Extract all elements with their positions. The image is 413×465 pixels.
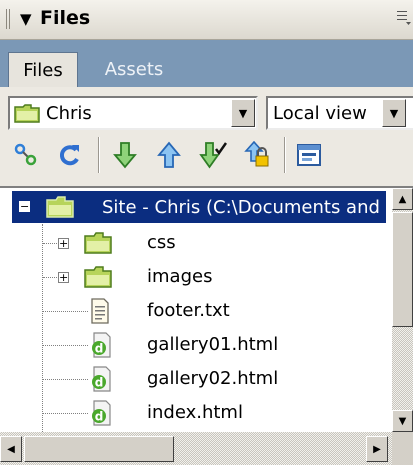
connect-button[interactable] — [8, 139, 42, 171]
chevron-down-icon: ▼ — [389, 106, 399, 120]
tree-connector — [43, 345, 88, 346]
scroll-left-button[interactable]: ◀ — [0, 436, 22, 462]
collapse-arrow-icon[interactable]: ▼ — [20, 10, 32, 28]
scroll-right-button[interactable]: ▶ — [366, 436, 388, 462]
view-select-dropdown-button[interactable]: ▼ — [382, 99, 406, 127]
tree-item-label: gallery02.html — [147, 368, 279, 389]
html-file-icon: d — [92, 400, 111, 426]
put-files-icon — [157, 141, 181, 168]
folder-icon — [84, 266, 112, 288]
panel-tab-bar: Files Assets — [0, 40, 413, 87]
site-select[interactable]: Chris ▼ — [8, 96, 258, 130]
panel-grip-handle[interactable] — [6, 9, 12, 29]
chevron-down-icon: ▼ — [238, 106, 248, 120]
svg-text:d: d — [95, 376, 104, 390]
tree-row-gallery02[interactable]: d gallery02.html — [0, 362, 392, 396]
svg-text:d: d — [95, 410, 104, 424]
text-file-icon — [91, 298, 109, 324]
tree-connector — [43, 379, 88, 380]
tree-connector — [43, 413, 88, 414]
site-select-dropdown-button[interactable]: ▼ — [231, 99, 255, 127]
view-select-value: Local view — [273, 103, 367, 124]
tree-row-css[interactable]: + css — [0, 226, 392, 260]
put-files-button[interactable] — [152, 139, 186, 171]
toolbar-separator — [284, 137, 286, 173]
html-file-icon: d — [92, 332, 111, 358]
tree-root-label: Site - Chris (C:\Documents and — [102, 197, 380, 218]
folder-icon — [14, 104, 40, 123]
folder-icon — [46, 196, 74, 218]
view-select[interactable]: Local view ▼ — [266, 96, 413, 130]
get-files-button[interactable] — [108, 139, 142, 171]
tree-root-row[interactable]: − Site - Chris (C:\Documents and — [12, 191, 386, 223]
arrow-up-icon: ▲ — [398, 193, 407, 205]
expand-icon — [297, 144, 321, 166]
vertical-scroll-thumb[interactable] — [392, 212, 413, 327]
tree-connector — [43, 311, 88, 312]
vertical-scrollbar[interactable]: ▲ ▼ — [392, 188, 413, 432]
tree-row-footer-txt[interactable]: footer.txt — [0, 294, 392, 328]
tab-files[interactable]: Files — [8, 52, 78, 87]
html-file-icon: d — [92, 366, 111, 392]
site-select-value: Chris — [46, 103, 92, 124]
panel-title: Files — [40, 7, 91, 29]
scroll-down-button[interactable]: ▼ — [392, 410, 413, 432]
horizontal-scrollbar[interactable]: ◀ ▶ — [0, 432, 392, 465]
get-files-icon — [113, 142, 137, 169]
arrow-down-icon: ▼ — [398, 415, 407, 427]
tree-item-label: index.html — [147, 402, 243, 423]
folder-icon — [84, 232, 112, 254]
expand-toggle-icon[interactable]: + — [58, 238, 69, 249]
file-tree[interactable]: − Site - Chris (C:\Documents and + css +… — [0, 186, 413, 434]
check-out-icon — [199, 142, 227, 169]
expand-collapse-button[interactable] — [292, 139, 326, 171]
horizontal-scroll-thumb[interactable] — [24, 436, 174, 462]
scroll-up-button[interactable]: ▲ — [392, 188, 413, 210]
tree-item-label: footer.txt — [147, 300, 230, 321]
tab-assets[interactable]: Assets — [88, 52, 180, 87]
tree-item-label: gallery01.html — [147, 334, 279, 355]
tree-row-index[interactable]: d index.html — [0, 396, 392, 430]
toolbar-separator — [98, 137, 100, 173]
files-toolbar: Chris ▼ Local view ▼ — [0, 87, 413, 186]
check-in-button[interactable] — [240, 139, 274, 171]
tree-row-gallery01[interactable]: d gallery01.html — [0, 328, 392, 362]
panel-options-icon[interactable] — [397, 10, 411, 26]
arrow-right-icon: ▶ — [373, 443, 381, 455]
check-in-icon — [244, 141, 269, 167]
expand-toggle-icon[interactable]: + — [58, 272, 69, 283]
refresh-button[interactable] — [53, 139, 87, 171]
arrow-left-icon: ◀ — [7, 443, 15, 455]
svg-text:d: d — [95, 342, 104, 356]
tree-item-label: images — [147, 266, 213, 287]
panel-header[interactable]: ▼ Files — [0, 0, 413, 40]
tree-row-images[interactable]: + images — [0, 260, 392, 294]
connect-icon — [14, 143, 37, 166]
check-out-button[interactable] — [196, 139, 230, 171]
collapse-toggle-icon[interactable]: − — [19, 201, 30, 212]
tree-item-label: css — [147, 232, 176, 253]
scrollbar-corner — [392, 432, 413, 465]
refresh-icon — [59, 145, 79, 166]
